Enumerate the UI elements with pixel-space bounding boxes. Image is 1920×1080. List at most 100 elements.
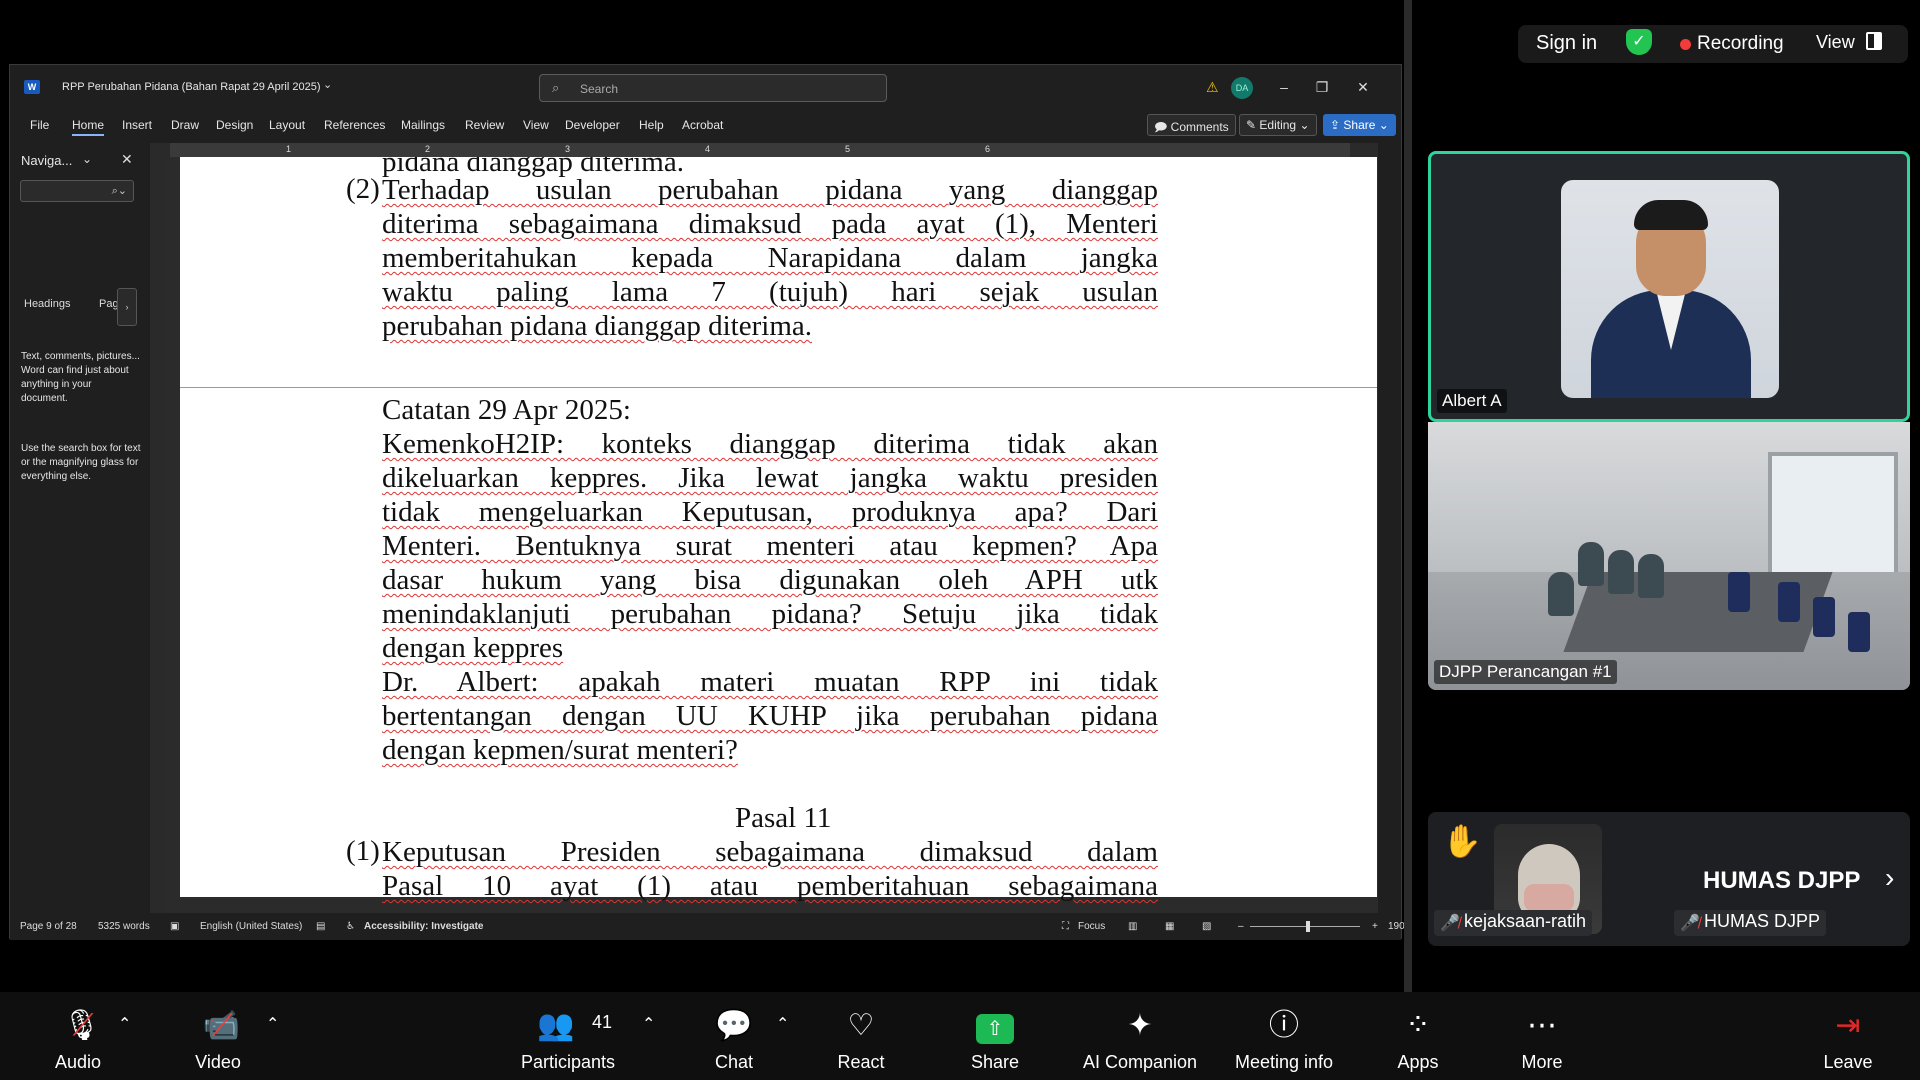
tab-design[interactable]: Design [216,118,253,132]
document-area[interactable]: pidana dianggap diterima. (2) Terhadap u… [164,157,1378,913]
read-mode-icon[interactable]: ▥ [1128,921,1137,932]
vertical-ruler[interactable] [150,157,164,913]
share-divider[interactable] [1404,0,1412,992]
doc-text-line: memberitahukan kepada Narapidana dalam j… [382,242,1158,274]
zoom-slider-thumb[interactable] [1306,921,1310,932]
video-tile-djpp[interactable]: DJPP Perancangan #1 [1428,422,1910,690]
document-page[interactable]: pidana dianggap diterima. (2) Terhadap u… [180,157,1377,902]
chevron-down-icon[interactable]: ⌄ [323,78,332,91]
word-search-box[interactable]: ⌕ Search [539,74,887,102]
zoom-slider[interactable] [1250,926,1360,927]
participant-name-text: HUMAS DJPP [1704,911,1821,931]
chevron-down-icon[interactable]: ⌄ [82,152,92,166]
layout-icon[interactable] [1866,32,1882,50]
tab-layout[interactable]: Layout [269,118,305,132]
navigation-pane: Naviga... ⌄ ✕ ⌕⌄ Headings Pag › Text, co… [10,143,150,913]
tab-help[interactable]: Help [639,118,664,132]
tab-review[interactable]: Review [465,118,504,132]
word-share-button[interactable]: ⇪ Share ⌄ [1323,114,1396,136]
video-button[interactable]: 📹⟋ Video [178,992,258,1080]
security-shield-icon[interactable]: ✓ [1626,29,1652,55]
chevron-right-icon[interactable]: › [1885,862,1894,894]
restore-button[interactable]: ❐ [1310,76,1334,98]
doc-text-line: Dr. Albert: apakah materi muatan RPP ini… [382,666,1158,698]
tab-view[interactable]: View [523,118,549,132]
tab-headings[interactable]: Headings [24,298,70,310]
chat-options-caret[interactable]: ⌃ [776,1014,789,1034]
leave-button[interactable]: ⇥ Leave [1808,992,1888,1080]
accessibility-icon: ♿ [346,921,355,932]
text-predictions-icon[interactable]: ▤ [316,921,325,932]
video-tile-strip[interactable]: ✋ HUMAS DJPP › 🎤̸ kejaksaan-ratih 🎤̸ HUM… [1428,812,1910,946]
tab-acrobat[interactable]: Acrobat [682,118,723,132]
search-icon: ⌕ [552,80,560,95]
view-button[interactable]: View [1816,32,1855,53]
avatar[interactable]: DA [1231,77,1253,99]
word-count[interactable]: 5325 words [98,921,150,932]
tab-insert[interactable]: Insert [122,118,152,132]
tab-file[interactable]: File [30,118,49,132]
language-indicator[interactable]: English (United States) [200,921,302,932]
more-button[interactable]: ⋯ More [1502,992,1582,1080]
participants-button[interactable]: 👥 Participants [508,992,628,1080]
participant-count: 41 [592,1012,613,1032]
audio-options-caret[interactable]: ⌃ [118,1014,131,1034]
mic-muted-icon: 🎤̸ [1440,915,1460,932]
doc-text-line: waktu paling lama 7 (tujuh) hari sejak u… [382,276,1158,308]
ruler-number: 1 [286,144,292,154]
video-tile-albert[interactable]: Albert A [1428,151,1910,422]
horizontal-ruler[interactable]: 1 2 3 4 5 6 [150,143,1378,157]
zoom-out-icon[interactable]: – [1238,921,1244,932]
share-screen-icon: ⇧ [955,1008,1035,1044]
search-icon[interactable]: ⌕⌄ [112,184,127,198]
heart-icon: ♡ [847,1009,875,1042]
sign-in-button[interactable]: Sign in [1536,32,1597,55]
video-options-caret[interactable]: ⌃ [266,1014,279,1034]
comments-button[interactable]: 🗩 Comments [1147,114,1236,136]
react-button[interactable]: ♡ React [821,992,901,1080]
person [1548,572,1574,616]
recording-indicator[interactable]: Recording [1697,33,1784,55]
word-title-bar: W RPP Perubahan Pidana (Bahan Rapat 29 A… [10,65,1401,110]
tab-pages[interactable]: Pag [99,298,119,310]
warning-icon[interactable]: ⚠ [1206,79,1219,96]
close-icon[interactable]: ✕ [121,151,133,168]
print-layout-icon[interactable]: ▦ [1165,921,1174,932]
mic-muted-icon: 🎤̸ [1680,915,1700,932]
zoom-in-icon[interactable]: + [1372,921,1378,932]
room-window [1768,452,1898,582]
info-icon: ⓘ [1269,1009,1299,1042]
note-title: Catatan 29 Apr 2025: [382,394,631,426]
close-button[interactable]: ✕ [1351,76,1375,98]
chevron-down-icon: ⌄ [1378,118,1389,132]
focus-button[interactable]: Focus [1078,921,1105,932]
meeting-info-button[interactable]: ⓘ Meeting info [1224,992,1344,1080]
chat-button[interactable]: 💬 Chat [694,992,774,1080]
ai-companion-button[interactable]: ✦ AI Companion [1080,992,1200,1080]
web-layout-icon[interactable]: ▧ [1202,921,1211,932]
document-title[interactable]: RPP Perubahan Pidana (Bahan Rapat 29 Apr… [62,81,320,93]
audio-button[interactable]: 🎙⟋ Audio [38,992,118,1080]
doc-text-line: menindaklanjuti perubahan pidana? Setuju… [382,598,1158,630]
participants-options-caret[interactable]: ⌃ [642,1014,655,1034]
proofing-icon[interactable]: ▣ [170,921,179,932]
minimize-button[interactable]: – [1272,76,1296,98]
doc-text-line: dikeluarkan keppres. Jika lewat jangka w… [382,462,1158,494]
video-off-icon: 📹⟋ [202,1009,241,1042]
accessibility-status[interactable]: Accessibility: Investigate [364,921,484,932]
apps-button[interactable]: ⁘ Apps [1378,992,1458,1080]
share-screen-button[interactable]: ⇧ Share [955,992,1035,1080]
leave-label: Leave [1823,1052,1873,1072]
chevron-down-icon: ⌄ [1299,118,1310,132]
editing-mode-button[interactable]: ✎ Editing ⌄ [1239,114,1317,136]
chevron-right-icon[interactable]: › [117,288,137,326]
tab-home[interactable]: Home [72,118,105,136]
pencil-icon: ✎ [1246,118,1260,132]
navigation-search-input[interactable]: ⌕⌄ [20,180,134,202]
tab-draw[interactable]: Draw [171,118,199,132]
tab-mailings[interactable]: Mailings [401,118,445,132]
tab-references[interactable]: References [324,118,385,132]
page-count[interactable]: Page 9 of 28 [20,921,77,932]
video-label: Video [195,1052,241,1072]
tab-developer[interactable]: Developer [565,118,620,132]
